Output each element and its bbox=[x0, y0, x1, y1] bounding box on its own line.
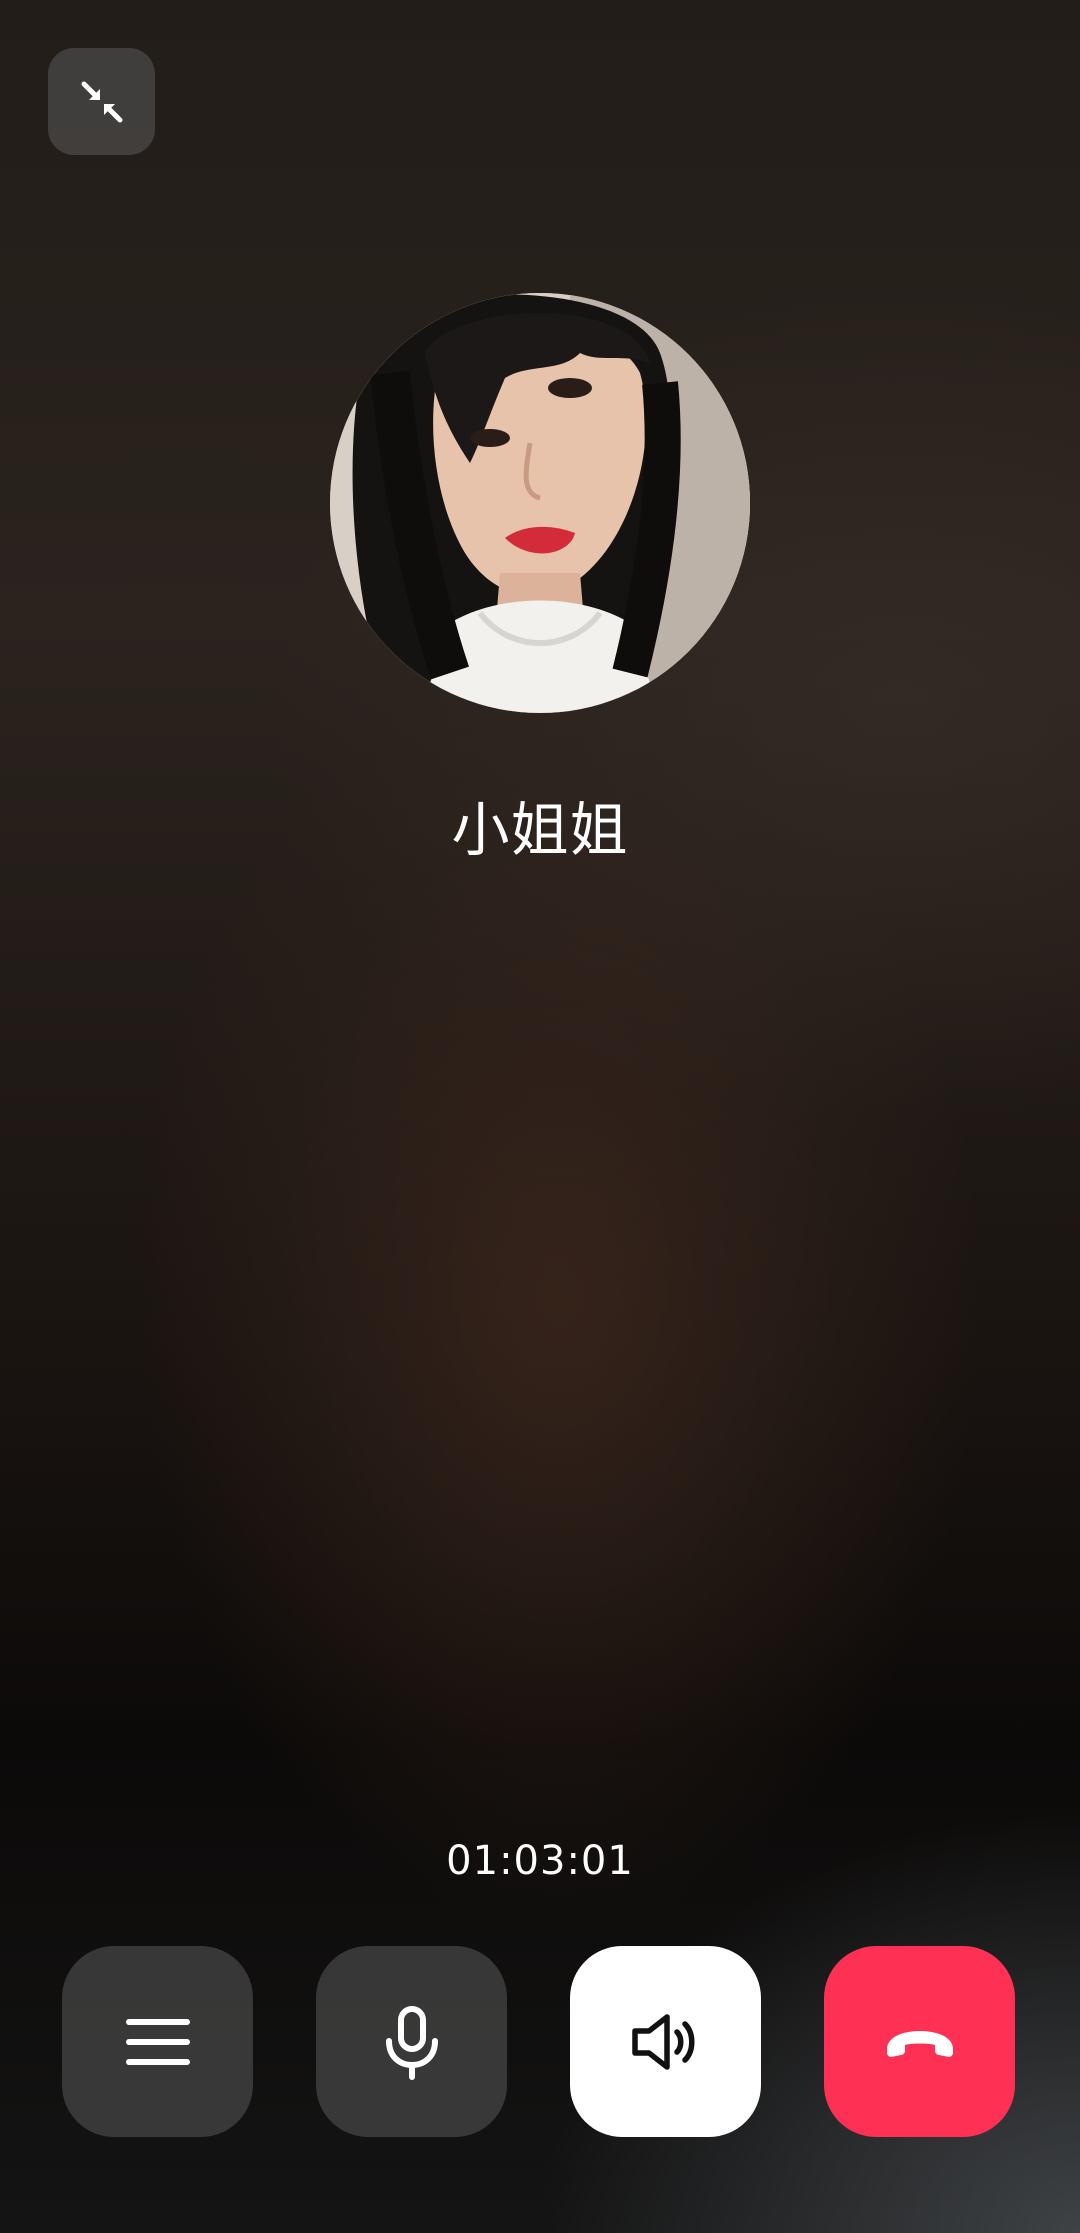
menu-icon bbox=[125, 2018, 190, 2065]
avatar-image bbox=[330, 293, 750, 713]
call-duration: 01:03:01 bbox=[446, 1838, 634, 1884]
hangup-button[interactable] bbox=[824, 1946, 1015, 2137]
speaker-button[interactable] bbox=[570, 1946, 761, 2137]
caller-avatar bbox=[330, 293, 750, 713]
minimize-call-button[interactable] bbox=[48, 48, 155, 155]
minimize-icon bbox=[81, 81, 122, 122]
call-controls bbox=[62, 1946, 1016, 2137]
mute-button[interactable] bbox=[316, 1946, 507, 2137]
microphone-icon bbox=[385, 2005, 438, 2080]
speaker-icon bbox=[631, 2013, 694, 2070]
caller-name: 小姐姐 bbox=[451, 796, 629, 864]
hangup-icon bbox=[886, 2030, 953, 2057]
menu-button[interactable] bbox=[62, 1946, 253, 2137]
